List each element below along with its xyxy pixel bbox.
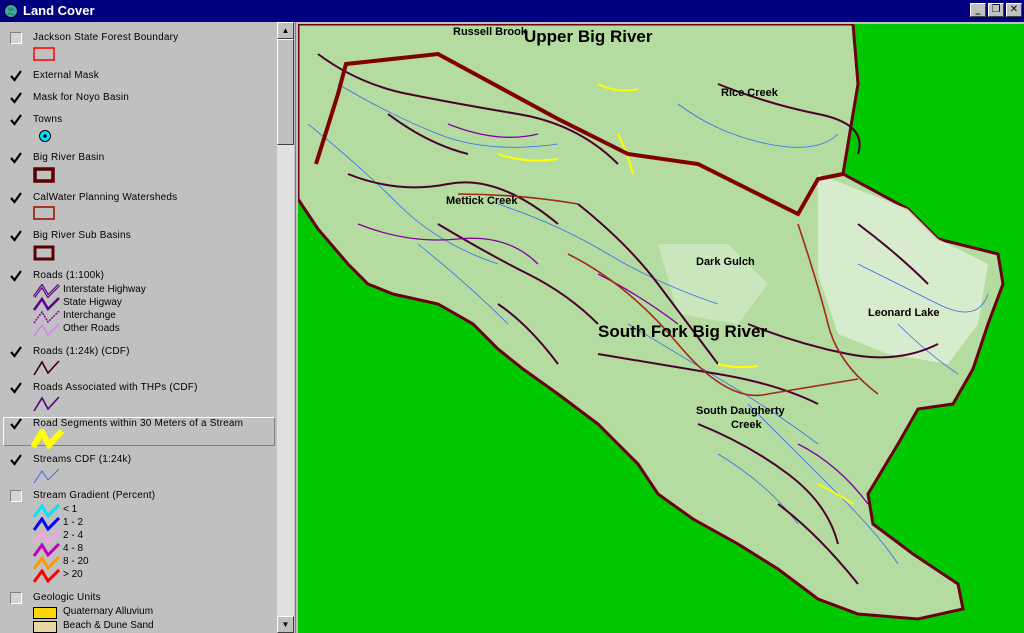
legend-panel: Jackson State Forest Boundary External M… [0, 22, 296, 633]
class-label: Interchange [63, 310, 116, 321]
geology-swatch [33, 607, 57, 619]
gradient-line-symbol [33, 569, 61, 583]
class-label: State Higway [63, 297, 122, 308]
map-label-rice-creek: Rice Creek [721, 87, 778, 99]
layer-label: Big River Basin [33, 152, 105, 163]
class-label: Interstate Highway [63, 284, 146, 295]
class-label: Other Roads [63, 323, 120, 334]
checkmark-icon[interactable] [10, 346, 22, 358]
map-label-dark-gulch: Dark Gulch [696, 256, 755, 268]
class-label: Beach & Dune Sand [63, 620, 154, 631]
line-symbol-roads-thp [33, 396, 60, 412]
layer-label: Towns [33, 114, 63, 125]
checkmark-icon[interactable] [10, 382, 22, 394]
close-button[interactable]: ✕ [1006, 3, 1022, 17]
map-label-mettick-creek: Mettick Creek [446, 195, 518, 207]
line-symbol-interchange [33, 310, 60, 324]
class-label: 2 - 4 [63, 530, 84, 541]
checkmark-icon[interactable] [10, 454, 22, 466]
layer-label: Roads Associated with THPs (CDF) [33, 382, 198, 393]
checkmark-icon[interactable] [10, 70, 22, 82]
class-label: 4 - 8 [63, 543, 84, 554]
line-symbol-roads-24k [33, 360, 60, 376]
polygon-symbol-maroon [33, 245, 55, 261]
gradient-line-symbol [33, 517, 61, 531]
class-label: 8 - 20 [63, 556, 89, 567]
map-label-south-daugherty: South Daugherty [696, 405, 785, 417]
terrain-highlight [818, 174, 988, 364]
layer-label: Geologic Units [33, 592, 101, 603]
layer-checkbox[interactable] [10, 592, 22, 604]
map-label-upper-big-river: Upper Big River [524, 27, 653, 46]
layer-label: Road Segments within 30 Meters of a Stre… [33, 418, 244, 429]
checkmark-icon[interactable] [10, 418, 22, 430]
town-point-icon [39, 130, 51, 142]
gradient-line-symbol [33, 543, 61, 557]
layer-label: CalWater Planning Watersheds [33, 192, 178, 203]
polygon-symbol-thick-maroon [33, 167, 55, 183]
map-view[interactable]: Russell Brook Upper Big River Rice Creek… [298, 24, 1024, 633]
map-label-russell: Russell Brook [453, 26, 527, 38]
scroll-down-icon[interactable]: ▼ [277, 616, 294, 633]
gradient-line-symbol [33, 530, 61, 544]
line-symbol-stream-roads [31, 429, 65, 449]
layer-label: Mask for Noyo Basin [33, 92, 130, 103]
geology-swatch [33, 621, 57, 633]
layer-checkbox[interactable] [10, 490, 22, 502]
checkmark-icon[interactable] [10, 270, 22, 282]
legend-scrollbar[interactable]: ▲ ▼ [277, 22, 294, 633]
line-symbol-state-highway [33, 297, 60, 311]
layer-checkbox[interactable] [10, 32, 22, 44]
polygon-symbol-red-outline [33, 47, 55, 61]
checkmark-icon[interactable] [10, 152, 22, 164]
checkmark-icon[interactable] [10, 114, 22, 126]
globe-icon [4, 4, 18, 18]
window-title: Land Cover [23, 3, 95, 18]
layer-label: Roads (1:100k) [33, 270, 105, 281]
map-label-creek: Creek [731, 419, 762, 431]
layer-label: Stream Gradient (Percent) [33, 490, 156, 501]
checkmark-icon[interactable] [10, 92, 22, 104]
class-label: > 20 [63, 569, 83, 580]
minimize-button[interactable]: _ [970, 3, 986, 17]
layer-label: Jackson State Forest Boundary [33, 32, 179, 43]
line-symbol-other-roads [33, 323, 60, 337]
checkmark-icon[interactable] [10, 230, 22, 242]
layer-label: External Mask [33, 70, 99, 81]
gradient-line-symbol [33, 504, 61, 518]
restore-button[interactable]: ❐ [988, 3, 1004, 17]
layer-label: Roads (1:24k) (CDF) [33, 346, 130, 357]
layer-label: Streams CDF (1:24k) [33, 454, 132, 465]
map-label-south-fork: South Fork Big River [598, 322, 768, 341]
polygon-symbol-brown-outline [33, 206, 55, 220]
class-label: Quaternary Alluvium [63, 606, 154, 617]
window-title-bar[interactable]: Land Cover _ ❐ ✕ [0, 0, 1024, 22]
class-label: < 1 [63, 504, 78, 515]
line-symbol-streams [33, 468, 60, 484]
class-label: 1 - 2 [63, 517, 84, 528]
gradient-line-symbol [33, 556, 61, 570]
scroll-thumb[interactable] [277, 39, 294, 145]
checkmark-icon[interactable] [10, 192, 22, 204]
line-symbol-interstate [33, 284, 61, 298]
map-label-leonard-lake: Leonard Lake [868, 307, 940, 319]
layer-label: Big River Sub Basins [33, 230, 131, 241]
scroll-up-icon[interactable]: ▲ [277, 22, 294, 39]
